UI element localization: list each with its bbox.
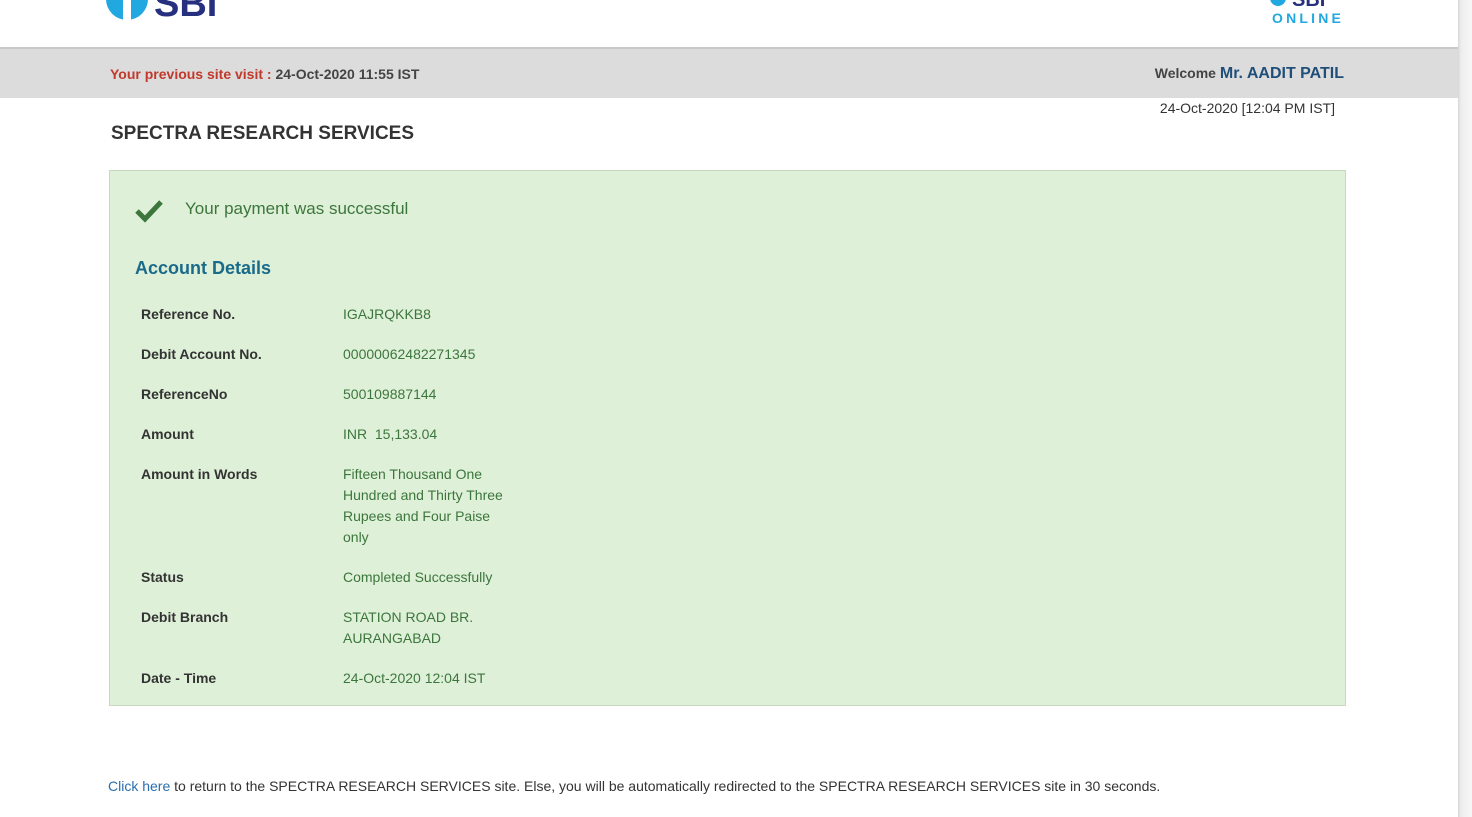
window-edge <box>1458 0 1472 817</box>
detail-row-amount-in-words: Amount in Words Fifteen Thousand One Hun… <box>141 464 561 548</box>
previous-visit-label: Your previous site visit : <box>110 66 272 82</box>
detail-value: STATION ROAD BR. AURANGABAD <box>343 609 474 646</box>
sbi-online-subtitle: ONLINE <box>1272 10 1345 26</box>
sbi-logo: SBI <box>106 0 236 24</box>
account-details-heading: Account Details <box>135 258 272 278</box>
sbi-online-wordmark: SBI <box>1292 0 1326 11</box>
redirect-text: to return to the SPECTRA RESEARCH SERVIC… <box>170 778 1161 794</box>
merchant-title: SPECTRA RESEARCH SERVICES <box>111 123 415 144</box>
detail-value: Completed Successfully <box>343 569 493 585</box>
detail-value: 500109887144 <box>343 386 437 402</box>
sbi-keyhole-icon <box>106 0 148 20</box>
sbi-online-keyhole-icon <box>1270 0 1286 6</box>
detail-label: Reference No. <box>141 306 236 322</box>
welcome-label: Welcome <box>1154 65 1216 81</box>
detail-row-debit-account: Debit Account No. 00000062482271345 <box>141 344 561 365</box>
detail-label: Status <box>141 569 184 585</box>
detail-row-referenceno: ReferenceNo 500109887144 <box>141 384 561 405</box>
current-datetime: 24-Oct-2020 [12:04 PM IST] <box>1159 100 1335 116</box>
detail-label: Debit Branch <box>141 609 229 625</box>
info-bar: Your previous site visit : 24-Oct-2020 1… <box>0 49 1458 98</box>
detail-row-date-time: Date - Time 24-Oct-2020 12:04 IST <box>141 668 561 689</box>
payment-success-panel: Your payment was successful Account Deta… <box>109 170 1346 706</box>
detail-value: IGAJRQKKB8 <box>343 306 431 322</box>
detail-label: Debit Account No. <box>141 346 262 362</box>
detail-row-reference-no: Reference No. IGAJRQKKB8 <box>141 304 561 325</box>
detail-label: ReferenceNo <box>141 386 228 402</box>
detail-label: Amount in Words <box>141 466 258 482</box>
success-message: Your payment was successful <box>185 199 409 218</box>
page: SBI SBI ONLINE Your previous site visit … <box>0 0 1458 817</box>
detail-label: Amount <box>141 426 194 442</box>
sbi-wordmark: SBI <box>154 0 218 24</box>
detail-row-amount: Amount INR 15,133.04 <box>141 424 561 445</box>
detail-row-debit-branch: Debit Branch STATION ROAD BR. AURANGABAD <box>141 607 561 649</box>
return-to-merchant-link[interactable]: Click here <box>108 778 170 794</box>
previous-visit: Your previous site visit : 24-Oct-2020 1… <box>110 66 419 82</box>
sbi-online-logo: SBI ONLINE <box>1270 0 1350 28</box>
detail-value: 24-Oct-2020 12:04 IST <box>343 670 486 686</box>
detail-row-status: Status Completed Successfully <box>141 567 561 588</box>
detail-label: Date - Time <box>141 670 217 686</box>
detail-value: INR 15,133.04 <box>343 426 438 442</box>
detail-value: Fifteen Thousand One Hundred and Thirty … <box>343 466 503 545</box>
previous-visit-value: 24-Oct-2020 11:55 IST <box>275 66 420 82</box>
checkmark-icon <box>135 200 163 223</box>
redirect-note: Click here to return to the SPECTRA RESE… <box>108 778 1160 794</box>
detail-value: 00000062482271345 <box>343 346 476 362</box>
welcome-message: Welcome Mr. AADIT PATIL <box>1155 65 1344 83</box>
account-details-list: Reference No. IGAJRQKKB8 Debit Account N… <box>141 304 561 708</box>
user-name: Mr. AADIT PATIL <box>1219 65 1344 82</box>
